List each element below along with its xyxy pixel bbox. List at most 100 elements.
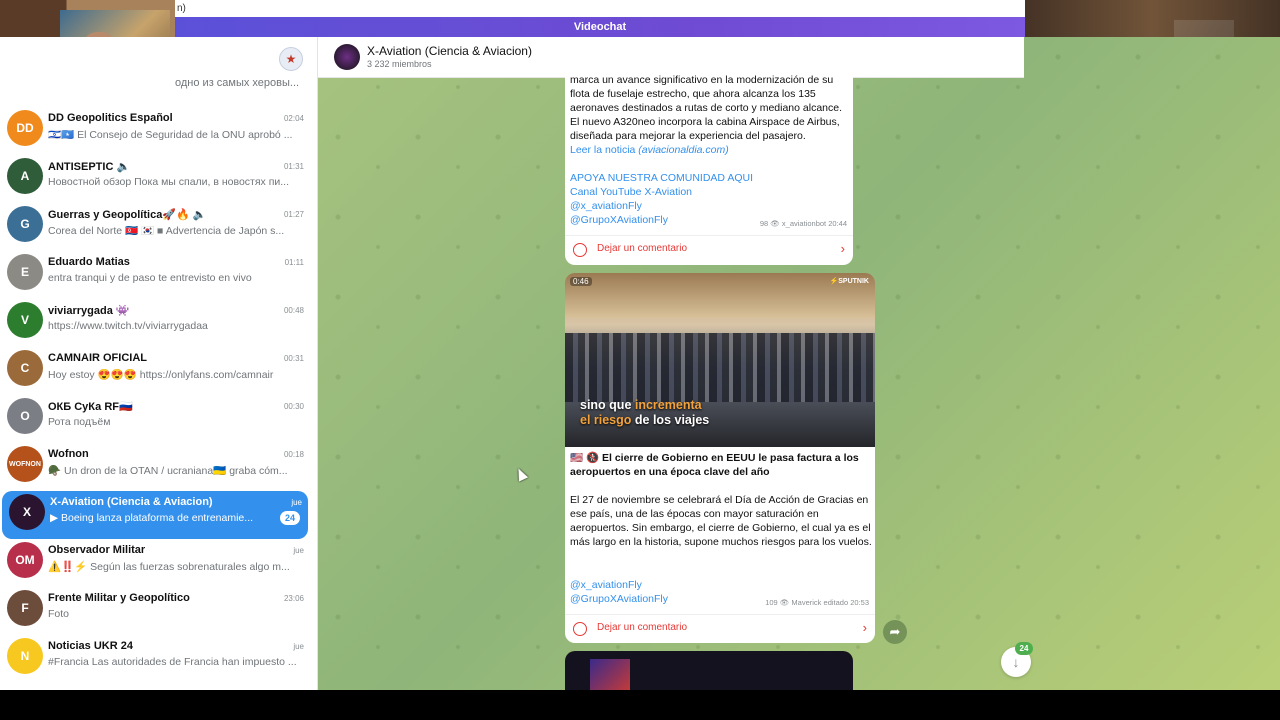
chat-avatar[interactable]: V (7, 302, 43, 338)
chat-name: DD Geopolitics Español (48, 112, 173, 124)
chat-name: Eduardo Matias (48, 256, 130, 268)
chat-preview: Corea del Norte 🇰🇵 🇰🇷 ■ Advertencia de J… (48, 225, 285, 237)
chat-avatar[interactable]: E (7, 254, 43, 290)
comment-icon (573, 622, 587, 636)
chat-avatar[interactable]: DD (7, 110, 43, 146)
video-thumbnail[interactable]: 0:46 ⚡SPUTNIK sino que incrementa el rie… (565, 273, 875, 447)
message-meta: 109 👁 Maverick editado 20:53 (765, 598, 869, 607)
leave-comment-button[interactable]: Dejar un comentario › (565, 614, 875, 643)
chat-avatar[interactable]: О (7, 398, 43, 434)
chat-preview: Рота подъём (48, 416, 111, 428)
youtube-link[interactable]: Canal YouTube X-Aviation (570, 185, 850, 199)
chat-preview: 🪖 Un dron de la OTAN / ucraniana🇺🇦 graba… (48, 465, 288, 477)
comment-label: Dejar un comentario (597, 622, 688, 633)
video-caption: sino que incrementa el riesgo de los via… (580, 398, 709, 428)
chat-preview: ⚠️‼️⚡ Según las fuerzas sobrenaturales a… (48, 561, 290, 573)
chat-avatar[interactable]: X (9, 494, 45, 530)
chat-name: CAMNAIR OFICIAL (48, 352, 147, 364)
chat-avatar[interactable]: N (7, 638, 43, 674)
chat-time: 02:04 (283, 114, 304, 123)
chat-preview: Hoy estoy 😍😍😍 https://onlyfans.com/camna… (48, 369, 274, 381)
chat-time: jue (293, 546, 304, 555)
chat-avatar[interactable]: F (7, 590, 43, 626)
view-count: 98 (759, 219, 769, 228)
chat-list-item[interactable]: WOFNON Wofnon 00:18 🪖 Un dron de la OTAN / … (0, 443, 310, 491)
group-mention-link[interactable]: @GrupoXAviationFly (570, 592, 668, 606)
chat-name: viviarrygada 👾 (48, 305, 130, 317)
leave-comment-button[interactable]: Dejar un comentario › (565, 235, 853, 264)
forward-button[interactable]: ➦ (883, 620, 907, 644)
message-headline: 🇺🇸 🚷 El cierre de Gobierno en EEUU le pa… (570, 452, 859, 478)
chat-avatar[interactable]: G (7, 206, 43, 242)
video-scene-ceiling (565, 273, 875, 318)
message-body: El 27 de noviembre se celebrará el Día d… (570, 494, 872, 548)
chat-time: 00:18 (283, 450, 304, 459)
chat-avatar[interactable]: A (7, 158, 43, 194)
member-count: 3 232 miembros (367, 59, 432, 69)
read-more-link[interactable]: Leer la noticia (570, 144, 635, 156)
chat-list-item[interactable]: DD DD Geopolitics Español 02:04 🇮🇱🇸🇴 El Con… (0, 107, 310, 155)
videochat-banner[interactable]: Videochat (175, 17, 1025, 37)
unread-badge: 24 (1015, 642, 1033, 655)
caption-highlight: el riesgo (580, 413, 632, 427)
message-line: flota de fuselaje estrecho, que ahora al… (570, 88, 816, 100)
chat-preview: 🇮🇱🇸🇴 El Consejo de Seguridad de la ONU a… (48, 129, 293, 141)
message-edited: editado 20:53 (823, 598, 869, 607)
chat-preview: Foto (48, 608, 70, 620)
chat-avatar[interactable]: C (7, 350, 43, 386)
message-line: marca un avance significativo en la mode… (570, 74, 834, 86)
message-author: x_aviationbot (781, 219, 827, 228)
eye-icon: 👁 (779, 598, 790, 607)
chat-time: 00:31 (283, 354, 304, 363)
chat-avatar[interactable]: WOFNON (7, 446, 43, 482)
channel-title[interactable]: X-Aviation (Ciencia & Aviacion) (367, 44, 532, 58)
chat-time: jue (291, 498, 302, 507)
chat-time: 00:48 (283, 306, 304, 315)
chat-list-item[interactable]: F Frente Militar y Geopolítico 23:06 Foto (0, 587, 310, 635)
chat-list-item[interactable]: C CAMNAIR OFICIAL 00:31 Hoy estoy 😍😍😍 https… (0, 347, 310, 395)
comment-label: Dejar un comentario (597, 243, 688, 254)
previous-item-preview: одно из самых херовы... (175, 77, 300, 89)
message-links: @x_aviationFly @GrupoXAviationFly (570, 578, 668, 606)
chat-time: 01:27 (283, 210, 304, 219)
chat-list-item[interactable]: О ОКБ СуКа RF🇷🇺 00:30 Рота подъём (0, 395, 310, 443)
message-bubble: marca un avance significativo en la mode… (565, 71, 853, 265)
arrow-down-icon: ↓ (1012, 654, 1020, 670)
video-duration: 0:46 (570, 277, 592, 286)
chat-avatar[interactable]: OM (7, 542, 43, 578)
channel-mention-link[interactable]: @x_aviationFly (570, 199, 850, 213)
forward-icon: ➦ (889, 624, 901, 639)
chat-list-item[interactable]: N Noticias UKR 24 jue #Francia Las autorida… (0, 635, 310, 683)
channel-mention-link[interactable]: @x_aviationFly (570, 578, 668, 592)
chat-preview: ▶ Boeing lanza plataforma de entrenamie.… (50, 512, 254, 524)
video-scene-crowd (565, 333, 875, 403)
chat-preview: Новостной обзор Пока мы спали, в новостя… (48, 176, 290, 188)
comment-icon (573, 243, 587, 257)
chat-time: 01:31 (283, 162, 304, 171)
chat-time: 23:06 (283, 594, 304, 603)
chat-list-item[interactable]: E Eduardo Matias 01:11 entra tranqui y de p… (0, 251, 310, 299)
support-link[interactable]: APOYA NUESTRA COMUNIDAD AQUI (570, 171, 850, 185)
chat-preview: https://www.twitch.tv/viviarrygadaa (48, 320, 208, 332)
chat-name: Guerras y Geopolítica🚀🔥 🔈 (48, 209, 207, 221)
chat-name: ОКБ СуКа RF🇷🇺 (48, 401, 133, 413)
chat-list-item[interactable]: A ANTISEPTIC 🔈 01:31 Новостной обзор Пока м… (0, 155, 310, 203)
next-message-peek (565, 651, 853, 690)
message-author: Maverick (791, 598, 822, 607)
view-count: 109 (765, 598, 778, 607)
folder-filter-icon[interactable]: ★ (279, 47, 303, 71)
chat-preview: entra tranqui y de paso te entrevisto en… (48, 272, 252, 284)
chat-list-item[interactable]: OM Observador Militar jue ⚠️‼️⚡ Según las f… (0, 539, 310, 587)
chat-time: 00:30 (283, 402, 304, 411)
telegram-window: n) Videochat ★ одно из самых херовы... D… (0, 0, 1280, 690)
message-time: 20:44 (828, 219, 847, 228)
source-link[interactable]: (aviacionaldia.com) (638, 144, 728, 156)
next-message-image (590, 659, 630, 690)
chat-name: Observador Militar (48, 544, 146, 556)
chevron-right-icon: › (840, 241, 845, 256)
message-text: marca un avance significativo en la mode… (570, 73, 850, 227)
channel-avatar[interactable] (334, 44, 360, 70)
chat-list-item[interactable]: Vviviarrygada 👾 00:48 https://www.twitch.t… (0, 299, 310, 347)
chat-list-item[interactable]: G Guerras y Geopolítica🚀🔥 🔈 01:27 Corea del… (0, 203, 310, 251)
chat-list-item[interactable]: X X-Aviation (Ciencia & Aviacion) jue ▶ Boe… (2, 491, 308, 539)
